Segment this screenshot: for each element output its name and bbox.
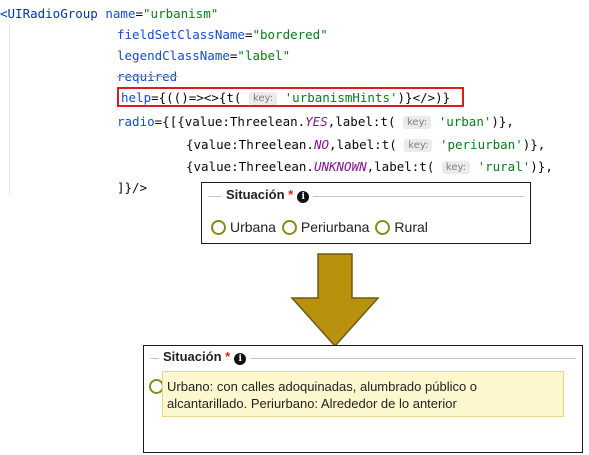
- radio-options: Urbana Periurbana Rural: [211, 219, 428, 235]
- radio-option-periurbana[interactable]: Periurbana: [281, 219, 369, 235]
- code-line-6: radio={[{value:Threelean.YES,label:t( ke…: [117, 114, 514, 129]
- fieldset-legend: Situación * i: [159, 349, 251, 365]
- info-icon[interactable]: i: [297, 191, 310, 203]
- code-editor[interactable]: <UIRadioGroup name="urbanism" fieldSetCl…: [0, 0, 589, 200]
- code-line-4: required: [117, 69, 178, 84]
- param-hint: key:: [404, 139, 433, 152]
- help-highlight-box: [117, 87, 464, 107]
- required-asterisk: *: [288, 187, 294, 202]
- down-arrow-icon: [290, 253, 380, 348]
- radio-circle-icon[interactable]: [281, 219, 297, 235]
- param-hint: key:: [403, 116, 432, 129]
- code-line-8: {value:Threelean.UNKNOWN,label:t( key: '…: [186, 159, 553, 174]
- info-icon[interactable]: i: [234, 353, 247, 365]
- param-hint: key:: [441, 161, 471, 174]
- code-line-3: legendClassName="label": [117, 48, 291, 63]
- required-asterisk: *: [225, 349, 231, 364]
- radio-circle-icon[interactable]: [211, 219, 226, 235]
- code-line-7: {value:Threelean.NO,label:t( key: 'periu…: [186, 137, 546, 152]
- fieldset-legend: Situación * i: [222, 187, 314, 203]
- radio-option-urbana[interactable]: Urbana: [211, 219, 276, 235]
- radio-circle-icon[interactable]: [375, 219, 391, 235]
- radio-group-preview: Situación * i Urbana Periurbana Rural: [201, 182, 531, 244]
- code-line-1: <UIRadioGroup name="urbanism": [0, 6, 219, 21]
- indent-guide: [9, 24, 10, 194]
- help-tooltip: Urbano: con calles adoquinadas, alumbrad…: [162, 371, 564, 417]
- code-line-9: ]}/>: [117, 180, 148, 195]
- code-line-2: fieldSetClassName="bordered": [117, 27, 328, 42]
- radio-option-rural[interactable]: Rural: [375, 219, 428, 235]
- help-hint-preview: Situación * i Urbano: con calles adoquina…: [143, 345, 583, 453]
